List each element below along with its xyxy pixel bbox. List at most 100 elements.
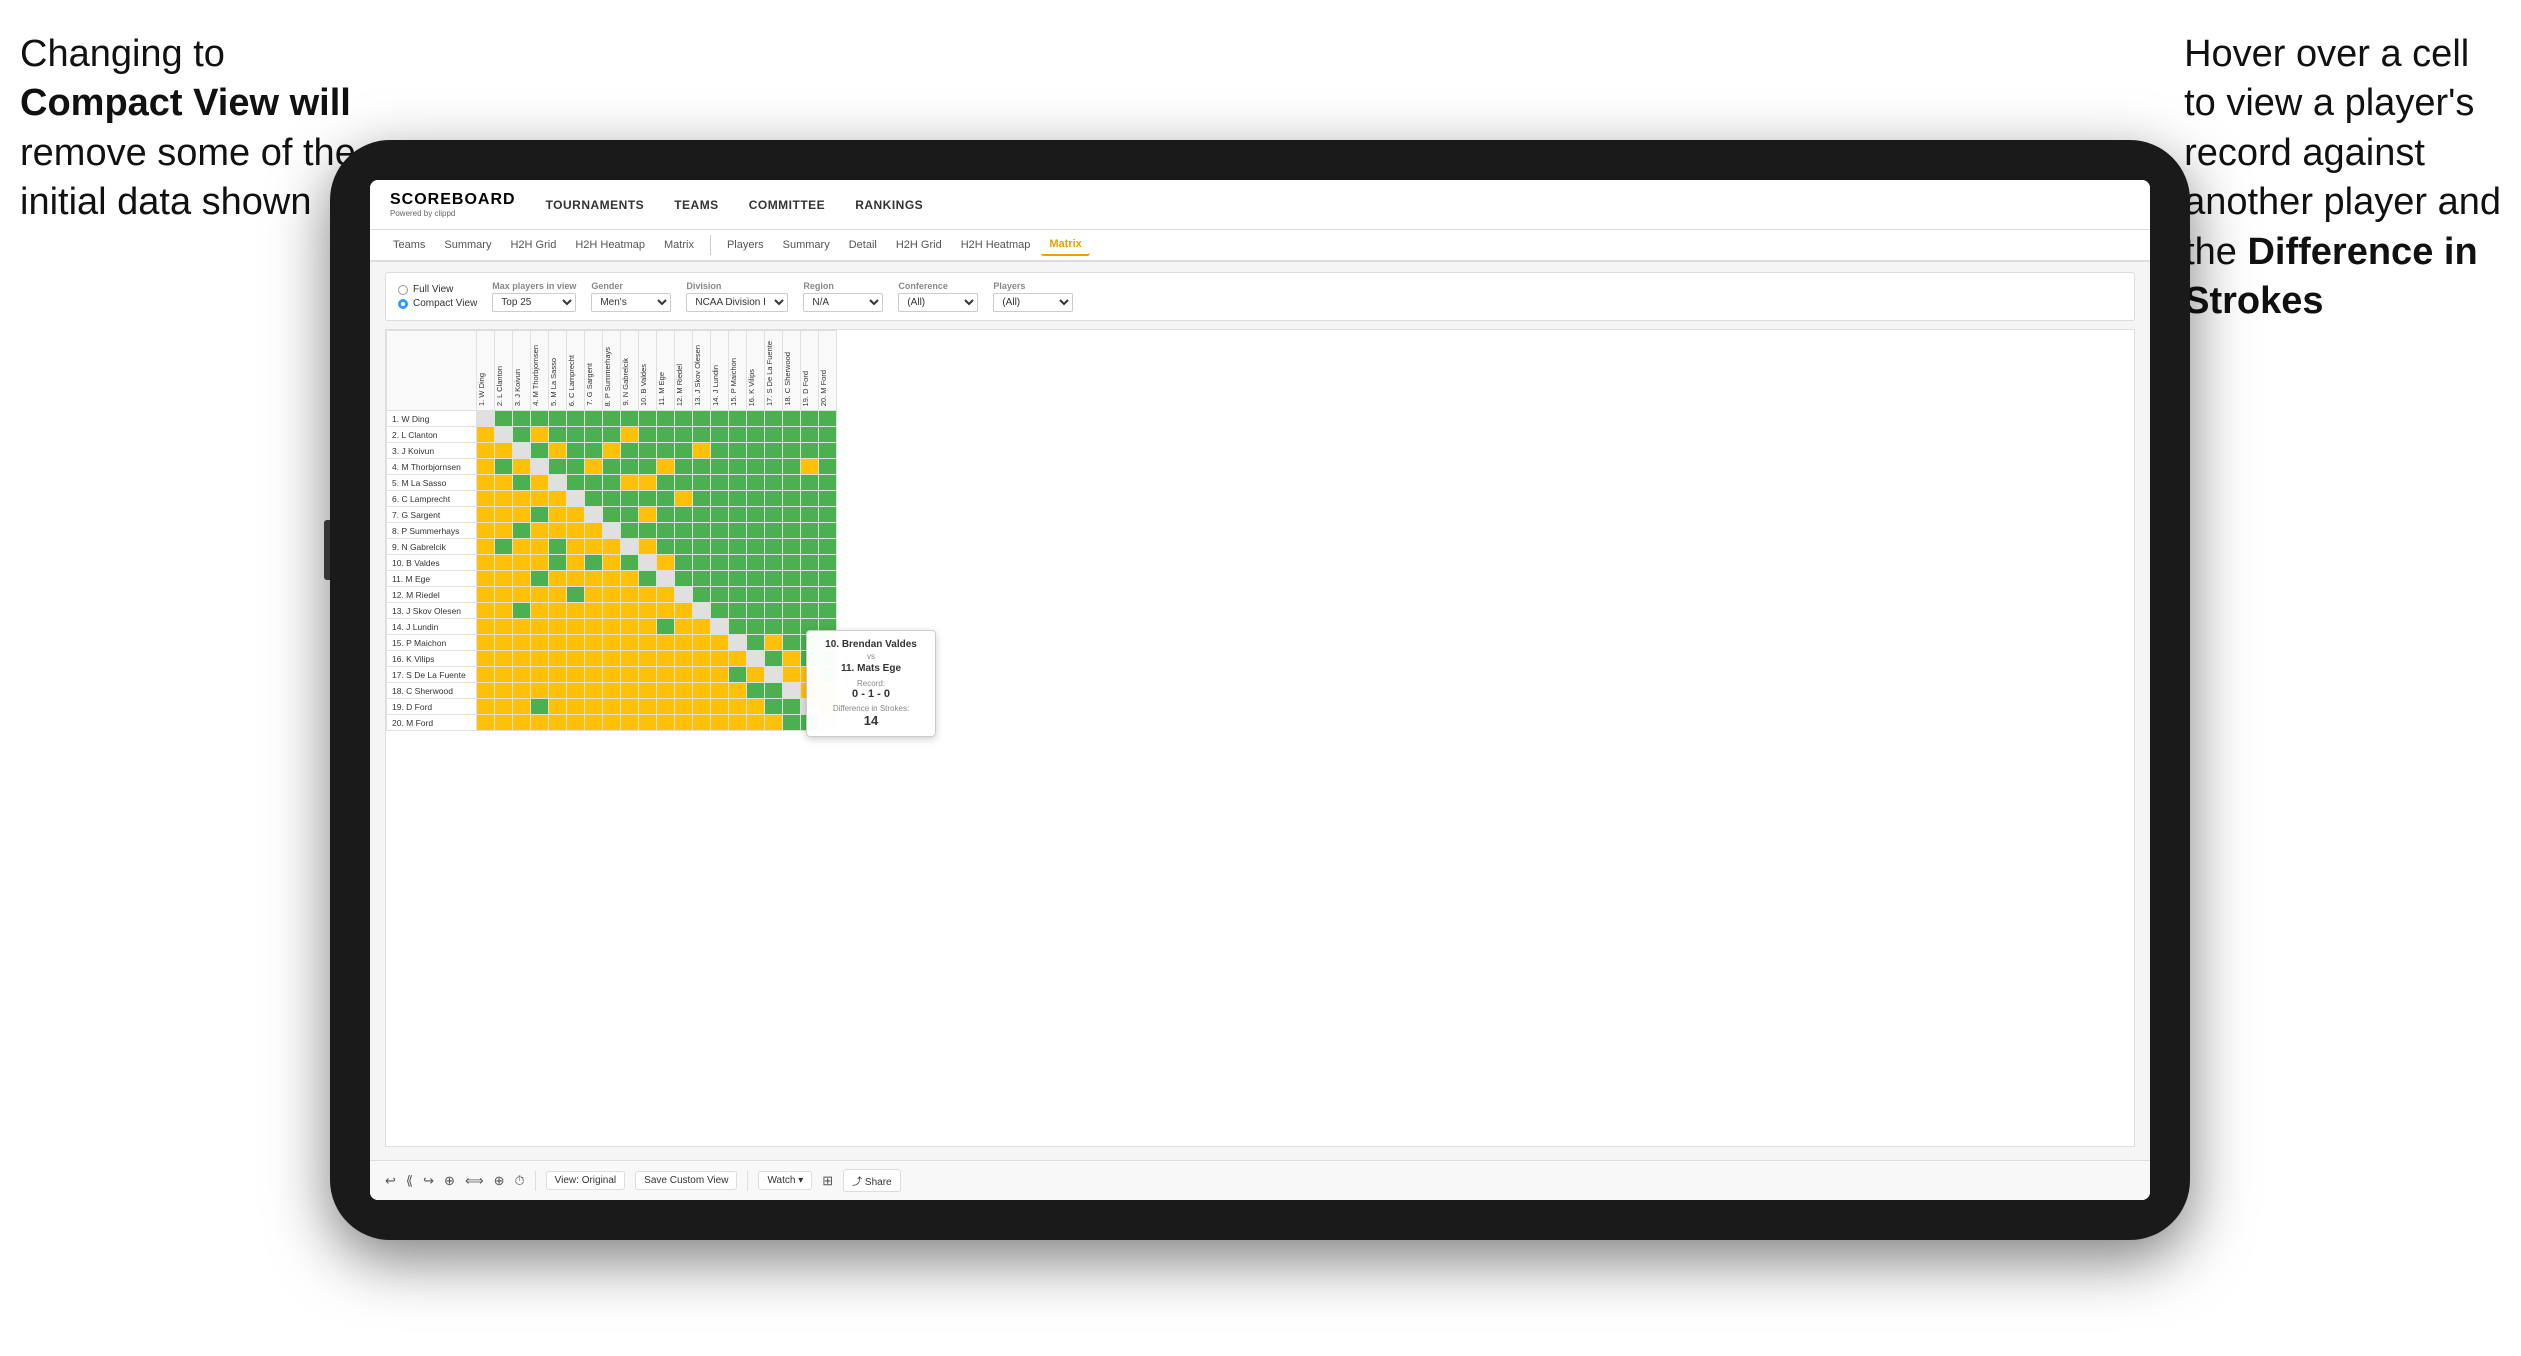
matrix-cell[interactable] — [711, 715, 729, 731]
matrix-cell[interactable] — [819, 523, 837, 539]
matrix-cell[interactable] — [621, 603, 639, 619]
matrix-cell[interactable] — [783, 715, 801, 731]
matrix-cell[interactable] — [585, 699, 603, 715]
matrix-cell[interactable] — [513, 571, 531, 587]
matrix-cell[interactable] — [603, 715, 621, 731]
matrix-cell[interactable] — [477, 507, 495, 523]
matrix-cell[interactable] — [657, 683, 675, 699]
matrix-cell[interactable] — [747, 619, 765, 635]
matrix-cell[interactable] — [495, 427, 513, 443]
matrix-cell[interactable] — [567, 587, 585, 603]
matrix-cell[interactable] — [801, 539, 819, 555]
matrix-cell[interactable] — [549, 523, 567, 539]
matrix-cell[interactable] — [621, 587, 639, 603]
zoom-fit-icon[interactable]: ⊕ — [444, 1173, 455, 1189]
subnav-h2hgrid1[interactable]: H2H Grid — [502, 235, 564, 255]
matrix-cell[interactable] — [567, 619, 585, 635]
subnav-detail[interactable]: Detail — [841, 235, 885, 255]
save-custom-view-btn[interactable]: Save Custom View — [635, 1171, 737, 1190]
matrix-cell[interactable] — [585, 715, 603, 731]
matrix-cell[interactable] — [549, 555, 567, 571]
players-select[interactable]: (All) — [993, 293, 1073, 312]
matrix-cell[interactable] — [765, 651, 783, 667]
matrix-cell[interactable] — [729, 539, 747, 555]
matrix-cell[interactable] — [621, 667, 639, 683]
matrix-cell[interactable] — [765, 427, 783, 443]
matrix-cell[interactable] — [567, 443, 585, 459]
matrix-cell[interactable] — [603, 603, 621, 619]
matrix-cell[interactable] — [621, 411, 639, 427]
matrix-cell[interactable] — [639, 443, 657, 459]
matrix-cell[interactable] — [477, 523, 495, 539]
matrix-cell[interactable] — [693, 571, 711, 587]
matrix-cell[interactable] — [621, 635, 639, 651]
subnav-players[interactable]: Players — [719, 235, 772, 255]
matrix-cell[interactable] — [585, 427, 603, 443]
matrix-cell[interactable] — [801, 523, 819, 539]
matrix-cell[interactable] — [693, 523, 711, 539]
matrix-cell[interactable] — [819, 587, 837, 603]
matrix-cell[interactable] — [603, 443, 621, 459]
matrix-cell[interactable] — [819, 539, 837, 555]
matrix-cell[interactable] — [513, 443, 531, 459]
subnav-h2hheatmap1[interactable]: H2H Heatmap — [567, 235, 653, 255]
matrix-cell[interactable] — [783, 475, 801, 491]
matrix-cell[interactable] — [603, 555, 621, 571]
matrix-cell[interactable] — [729, 475, 747, 491]
matrix-cell[interactable] — [783, 571, 801, 587]
subnav-teams[interactable]: Teams — [385, 235, 433, 255]
matrix-cell[interactable] — [477, 715, 495, 731]
matrix-cell[interactable] — [603, 699, 621, 715]
matrix-cell[interactable] — [657, 443, 675, 459]
matrix-cell[interactable] — [621, 651, 639, 667]
matrix-cell[interactable] — [549, 667, 567, 683]
matrix-cell[interactable] — [549, 619, 567, 635]
matrix-cell[interactable] — [477, 651, 495, 667]
matrix-cell[interactable] — [747, 491, 765, 507]
matrix-cell[interactable] — [567, 667, 585, 683]
matrix-cell[interactable] — [729, 651, 747, 667]
matrix-cell[interactable] — [585, 475, 603, 491]
matrix-cell[interactable] — [783, 427, 801, 443]
matrix-cell[interactable] — [513, 411, 531, 427]
matrix-cell[interactable] — [765, 459, 783, 475]
matrix-cell[interactable] — [639, 427, 657, 443]
matrix-cell[interactable] — [801, 475, 819, 491]
matrix-cell[interactable] — [549, 635, 567, 651]
nav-rankings[interactable]: RANKINGS — [855, 198, 923, 212]
matrix-cell[interactable] — [693, 619, 711, 635]
undo-icon[interactable]: ↩ — [385, 1173, 396, 1189]
matrix-cell[interactable] — [783, 555, 801, 571]
matrix-cell[interactable] — [729, 587, 747, 603]
subnav-h2hheatmap2[interactable]: H2H Heatmap — [953, 235, 1039, 255]
matrix-cell[interactable] — [711, 683, 729, 699]
matrix-cell[interactable] — [585, 619, 603, 635]
matrix-cell[interactable] — [675, 411, 693, 427]
matrix-cell[interactable] — [675, 699, 693, 715]
matrix-cell[interactable] — [711, 507, 729, 523]
matrix-cell[interactable] — [819, 491, 837, 507]
matrix-cell[interactable] — [621, 459, 639, 475]
matrix-cell[interactable] — [765, 603, 783, 619]
matrix-cell[interactable] — [639, 667, 657, 683]
matrix-cell[interactable] — [711, 603, 729, 619]
matrix-cell[interactable] — [513, 635, 531, 651]
matrix-cell[interactable] — [783, 459, 801, 475]
matrix-cell[interactable] — [495, 475, 513, 491]
matrix-cell[interactable] — [657, 603, 675, 619]
matrix-cell[interactable] — [783, 619, 801, 635]
fullview-option[interactable]: Full View — [398, 284, 477, 295]
matrix-cell[interactable] — [621, 683, 639, 699]
matrix-cell[interactable] — [639, 603, 657, 619]
matrix-cell[interactable] — [675, 539, 693, 555]
timer-icon[interactable]: ⏱ — [515, 1173, 525, 1189]
matrix-cell[interactable] — [693, 651, 711, 667]
matrix-cell[interactable] — [711, 523, 729, 539]
matrix-cell[interactable] — [567, 603, 585, 619]
matrix-cell[interactable] — [657, 619, 675, 635]
matrix-cell[interactable] — [729, 635, 747, 651]
matrix-cell[interactable] — [549, 683, 567, 699]
matrix-cell[interactable] — [765, 491, 783, 507]
matrix-cell[interactable] — [729, 603, 747, 619]
matrix-cell[interactable] — [639, 651, 657, 667]
